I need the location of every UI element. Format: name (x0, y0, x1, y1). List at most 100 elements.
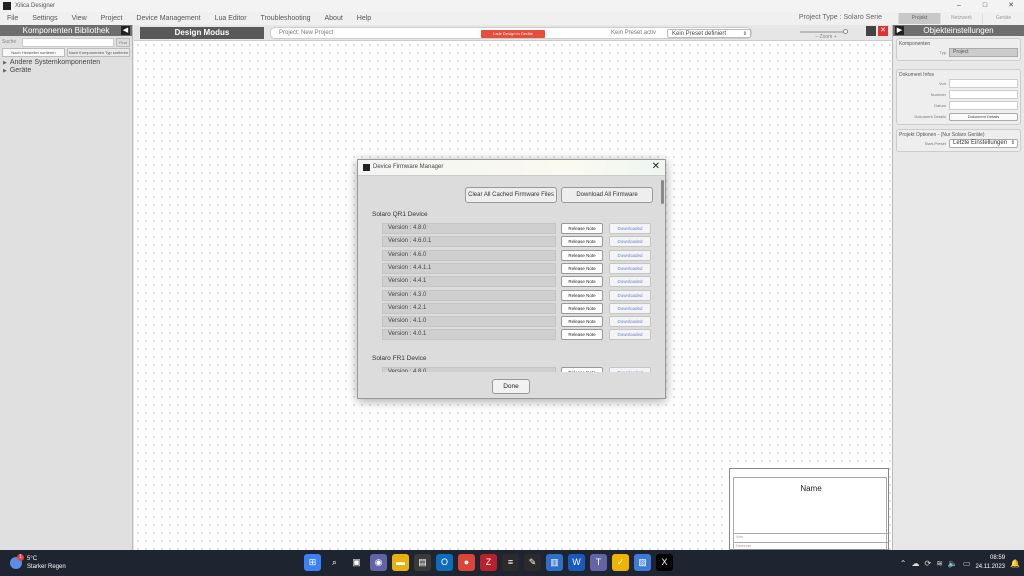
firmware-version-label: Version : 4.1.0 (382, 316, 556, 328)
doc-date-input[interactable] (949, 101, 1018, 110)
download-all-button[interactable]: Download All Firmware (561, 187, 653, 203)
updown-chevron-icon: ⇕ (1010, 140, 1015, 146)
close-window-button[interactable]: ✕ (998, 0, 1024, 12)
tab-projekt[interactable]: Projekt (898, 13, 940, 24)
cloud-icon[interactable]: ☁ (912, 559, 920, 568)
doc-from-input[interactable] (949, 79, 1018, 88)
doc-number-input[interactable] (949, 90, 1018, 99)
release-note-button[interactable]: Release Note (561, 289, 603, 301)
text-editor-icon[interactable]: ≡ (502, 554, 519, 571)
sort-by-type-button[interactable]: Nach Komponenten Typ sortieren (67, 48, 130, 57)
release-note-button[interactable]: Release Note (561, 223, 603, 234)
teams-chat-icon[interactable]: ◉ (370, 554, 387, 571)
outlook-icon[interactable]: O (436, 554, 453, 571)
sync-icon[interactable]: ⟳ (925, 559, 932, 568)
release-note-button[interactable]: Release Note (561, 367, 603, 372)
sort-by-manufacturer-button[interactable]: Nach Hersteller sortieren (2, 48, 65, 57)
clock[interactable]: 08:59 24.11.2023 (975, 554, 1005, 572)
release-note-button[interactable]: Release Note (561, 249, 603, 261)
start-preset-label: Start-Preset (924, 141, 946, 146)
firmware-row: Version : 4.2.1 Release Note Downloaded (382, 302, 660, 314)
tree-item-label: Geräte (9, 67, 32, 74)
menu-about[interactable]: About (318, 15, 350, 22)
xilica-icon[interactable]: X (656, 554, 673, 571)
tab-geraete[interactable]: Geräte (982, 13, 1024, 24)
object-settings-panel: ▶ Objekteinstellungen Komponenten Typ Pr… (892, 25, 1024, 550)
expand-icon[interactable]: ▶ (3, 68, 7, 74)
release-note-button[interactable]: Release Note (561, 316, 603, 328)
chrome-icon[interactable]: ● (458, 554, 475, 571)
firmware-version-label: Version : 4.3.0 (382, 289, 556, 301)
menu-troubleshooting[interactable]: Troubleshooting (254, 15, 318, 22)
design-mode-button[interactable]: Design Modus (140, 27, 264, 39)
menu-help[interactable]: Help (350, 15, 378, 22)
release-note-button[interactable]: Release Note (561, 329, 603, 341)
weather-temp: 5°C (27, 556, 38, 562)
downloaded-status: Downloaded (609, 276, 651, 288)
firmware-version-label: Version : 4.6.0 (382, 249, 556, 261)
document-details-button[interactable]: Dokument Details (949, 112, 1018, 121)
collapse-right-arrow-icon[interactable]: ▶ (895, 26, 904, 35)
minimize-button[interactable]: – (946, 0, 972, 12)
firmware-row: Version : 4.4.1.1 Release Note Downloaded (382, 262, 660, 274)
weather-widget[interactable]: 1 5°C Starker Regen (10, 554, 100, 572)
dialog-app-icon (363, 164, 370, 171)
wifi-icon[interactable]: ≋ (936, 559, 943, 568)
menu-file[interactable]: File (0, 15, 25, 22)
tree-item-devices[interactable]: ▶ Geräte (0, 66, 132, 74)
done-button[interactable]: Done (492, 379, 530, 394)
zoom-slider[interactable]: – Zoom + (800, 28, 848, 40)
zoom-track (800, 31, 848, 33)
release-note-button[interactable]: Release Note (561, 302, 603, 314)
collapse-left-arrow-icon[interactable]: ◀ (121, 26, 130, 35)
dialog-title-bar[interactable]: Device Firmware Manager ✕ (358, 160, 665, 176)
close-design-icon[interactable]: ✕ (878, 26, 888, 36)
dialog-scrollbar[interactable] (661, 180, 664, 204)
menu-settings[interactable]: Settings (25, 15, 64, 22)
search-input[interactable] (22, 37, 114, 47)
doc-field-row: Von (899, 78, 1018, 89)
tree-item-label: Andere Systemkomponenten (9, 59, 101, 66)
tab-netzwerk[interactable]: Netzwerk (940, 13, 982, 24)
pen-tool-icon[interactable]: ✎ (524, 554, 541, 571)
firmware-version-label: Version : 4.8.0 (382, 367, 556, 372)
load-design-button[interactable]: Lade Design in Geräte (481, 30, 545, 38)
notes-icon[interactable]: ▥ (546, 554, 563, 571)
release-note-button[interactable]: Release Note (561, 276, 603, 288)
title-block[interactable]: Name Von Nummer (729, 468, 889, 551)
task-view-icon[interactable]: ▣ (348, 554, 365, 571)
save-icon[interactable] (866, 26, 876, 36)
filezilla-icon[interactable]: Z (480, 554, 497, 571)
firmware-list[interactable]: Clear All Cached Firmware Files Download… (365, 182, 660, 372)
firmware-version-label: Version : 4.2.1 (382, 302, 556, 314)
start-preset-row: Start-Preset Letzte Einstellungen ⇕ (899, 138, 1018, 149)
start-preset-select[interactable]: Letzte Einstellungen ⇕ (949, 139, 1018, 148)
battery-icon[interactable]: ▭ (963, 559, 971, 568)
file-explorer-icon[interactable]: ▬ (392, 554, 409, 571)
menu-project[interactable]: Project (94, 15, 130, 22)
start-icon[interactable]: ⊞ (304, 554, 321, 571)
menu-view[interactable]: View (65, 15, 94, 22)
menu-lua-editor[interactable]: Lua Editor (208, 15, 254, 22)
notification-bell-icon[interactable]: 🔔 (1010, 559, 1020, 568)
menu-device-management[interactable]: Device Management (129, 15, 207, 22)
norton-icon[interactable]: ✓ (612, 554, 629, 571)
downloaded-status: Downloaded (609, 236, 651, 248)
dialog-close-button[interactable]: ✕ (652, 161, 660, 172)
search-icon[interactable]: ⌕ (326, 554, 343, 571)
chevron-up-icon[interactable]: ⌃ (900, 559, 907, 568)
tree-item-other-components[interactable]: ▶ Andere Systemkomponenten (0, 58, 132, 66)
clear-cache-button[interactable]: Clear All Cached Firmware Files (465, 187, 557, 203)
maximize-button[interactable]: □ (972, 0, 998, 12)
expand-icon[interactable]: ▶ (3, 60, 7, 66)
release-note-button[interactable]: Release Note (561, 236, 603, 248)
release-note-button[interactable]: Release Note (561, 262, 603, 274)
type-label: Typ (939, 50, 946, 55)
speaker-icon[interactable]: 🔈 (948, 559, 958, 568)
preset-select[interactable]: Kein Preset definiert ⇕ (667, 29, 751, 38)
teams-icon[interactable]: T (590, 554, 607, 571)
photos-icon[interactable]: ▨ (634, 554, 651, 571)
word-icon[interactable]: W (568, 554, 585, 571)
notepad-icon[interactable]: ▤ (414, 554, 431, 571)
find-button[interactable]: Find (116, 37, 130, 47)
